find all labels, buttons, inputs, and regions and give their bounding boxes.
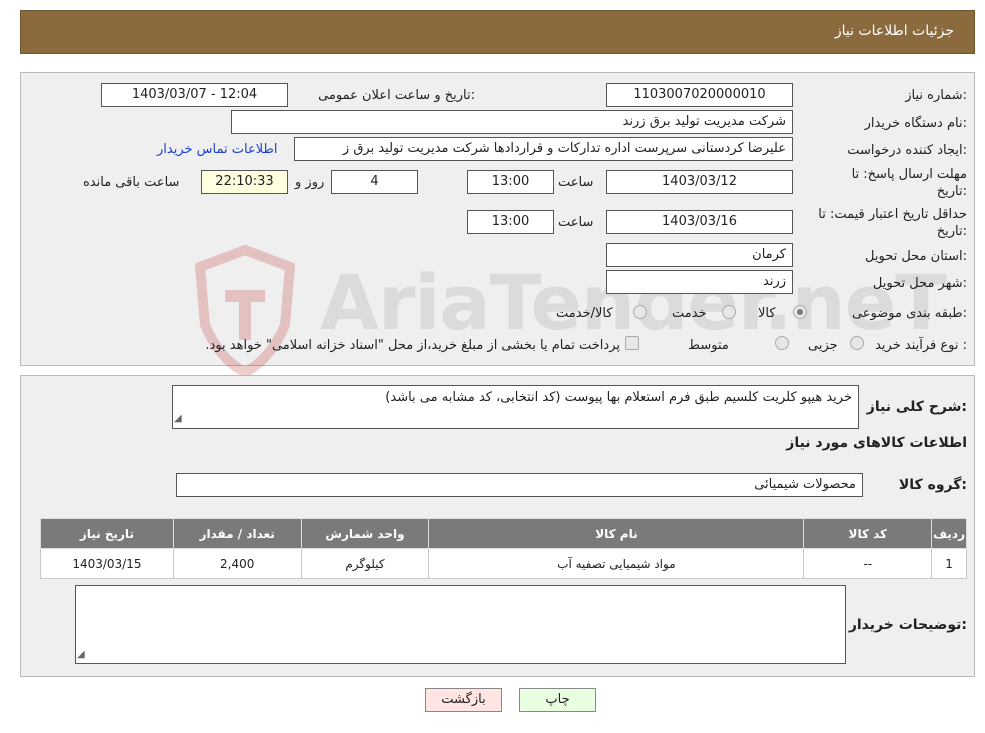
cell-quantity: 2,400 xyxy=(172,548,302,579)
col-header-quantity: تعداد / مقدار xyxy=(172,518,302,549)
col-header-date: تاریخ نیاز xyxy=(40,518,174,549)
validity-time-label: ساعت xyxy=(558,215,594,230)
validity-label-date: تاریخ: xyxy=(936,224,967,239)
province-field[interactable]: کرمان xyxy=(606,243,793,267)
items-table: ردیف کد کالا نام کالا واحد شمارش تعداد /… xyxy=(40,518,967,579)
need-number-field[interactable]: 1103007020000010 xyxy=(606,83,793,107)
remaining-label: ساعت باقی مانده xyxy=(83,175,180,190)
cell-name: مواد شیمیایی تصفیه آب xyxy=(428,548,805,579)
process-label: نوع فرآیند خرید : xyxy=(875,338,967,353)
page-title: جزئیات اطلاعات نیاز xyxy=(834,23,954,39)
category-radio-goods[interactable] xyxy=(793,305,807,319)
buyer-org-label: نام دستگاه خریدار: xyxy=(864,116,967,131)
deadline-time-label: ساعت xyxy=(558,175,594,190)
province-label: استان محل تحویل: xyxy=(865,249,967,264)
description-field[interactable]: خرید هیپو کلریت کلسیم طبق فرم استعلام به… xyxy=(172,385,859,429)
requester-field[interactable]: علیرضا کردستانی سرپرست اداره تدارکات و ق… xyxy=(294,137,793,161)
deadline-label-date: تاریخ: xyxy=(936,184,967,199)
category-radio-goods-service[interactable] xyxy=(633,305,647,319)
category-option-goods: کالا xyxy=(758,306,776,321)
watermark-logo xyxy=(194,244,296,378)
col-header-unit: واحد شمارش xyxy=(300,518,430,549)
announce-label: تاریخ و ساعت اعلان عمومی: xyxy=(318,88,475,103)
back-button[interactable]: بازگشت xyxy=(425,688,502,712)
days-field[interactable]: 4 xyxy=(331,170,418,194)
validity-date-field[interactable]: 1403/03/16 xyxy=(606,210,793,234)
col-header-name: نام کالا xyxy=(428,518,805,549)
requester-label: ایجاد کننده درخواست: xyxy=(847,143,967,158)
announce-field[interactable]: 1403/03/07 - 12:04 xyxy=(101,83,288,107)
cell-date: 1403/03/15 xyxy=(40,548,174,579)
cell-unit: کیلوگرم xyxy=(300,548,430,579)
shield-logo-icon xyxy=(194,244,296,378)
buyer-contact-link[interactable]: اطلاعات تماس خریدار xyxy=(157,142,277,157)
group-label: گروه کالا: xyxy=(898,477,967,493)
days-label: روز و xyxy=(295,175,325,190)
cell-code: -- xyxy=(803,548,933,579)
validity-time-field[interactable]: 13:00 xyxy=(467,210,554,234)
buyer-notes-label: توضیحات خریدار: xyxy=(848,617,967,633)
deadline-label: مهلت ارسال پاسخ: تا xyxy=(851,167,967,182)
col-header-row-number: ردیف xyxy=(931,518,967,549)
category-option-goods-service: کالا/خدمت xyxy=(556,306,613,321)
process-option-partial: جزیی xyxy=(808,338,838,353)
print-button[interactable]: چاپ xyxy=(519,688,596,712)
description-label: شرح کلی نیاز: xyxy=(866,399,967,415)
treasury-checkbox[interactable] xyxy=(625,336,639,350)
items-table-wrapper: ردیف کد کالا نام کالا واحد شمارش تعداد /… xyxy=(40,518,967,579)
cell-row-number: 1 xyxy=(931,548,967,579)
table-header-row: ردیف کد کالا نام کالا واحد شمارش تعداد /… xyxy=(40,518,967,549)
notes-resize-handle-icon[interactable]: ◢ xyxy=(77,649,85,660)
deadline-date-field[interactable]: 1403/03/12 xyxy=(606,170,793,194)
city-field[interactable]: زرند xyxy=(606,270,793,294)
resize-handle-icon[interactable]: ◢ xyxy=(174,413,182,424)
category-radio-service[interactable] xyxy=(722,305,736,319)
category-label: طبقه بندی موضوعی: xyxy=(851,306,967,321)
process-option-medium: متوسط xyxy=(688,338,729,353)
process-radio-medium[interactable] xyxy=(775,336,789,350)
items-section-title: اطلاعات کالاهای مورد نیاز xyxy=(786,435,967,451)
group-field[interactable]: محصولات شیمیائی xyxy=(176,473,863,497)
deadline-time-field[interactable]: 13:00 xyxy=(467,170,554,194)
category-option-service: خدمت xyxy=(672,306,707,321)
remaining-time-field[interactable]: 22:10:33 xyxy=(201,170,288,194)
treasury-note: پرداخت تمام یا بخشی از مبلغ خرید،از محل … xyxy=(205,338,620,353)
col-header-code: کد کالا xyxy=(803,518,933,549)
city-label: شهر محل تحویل: xyxy=(872,276,967,291)
buyer-org-field[interactable]: شرکت مدیریت تولید برق زرند xyxy=(231,110,793,134)
process-radio-partial[interactable] xyxy=(850,336,864,350)
buyer-notes-field[interactable] xyxy=(75,585,846,664)
need-number-label: شماره نیاز: xyxy=(905,88,967,103)
table-row: 1 -- مواد شیمیایی تصفیه آب کیلوگرم 2,400… xyxy=(40,548,967,579)
validity-label: حداقل تاریخ اعتبار قیمت: تا xyxy=(818,207,967,222)
page-header: جزئیات اطلاعات نیاز xyxy=(20,10,975,54)
